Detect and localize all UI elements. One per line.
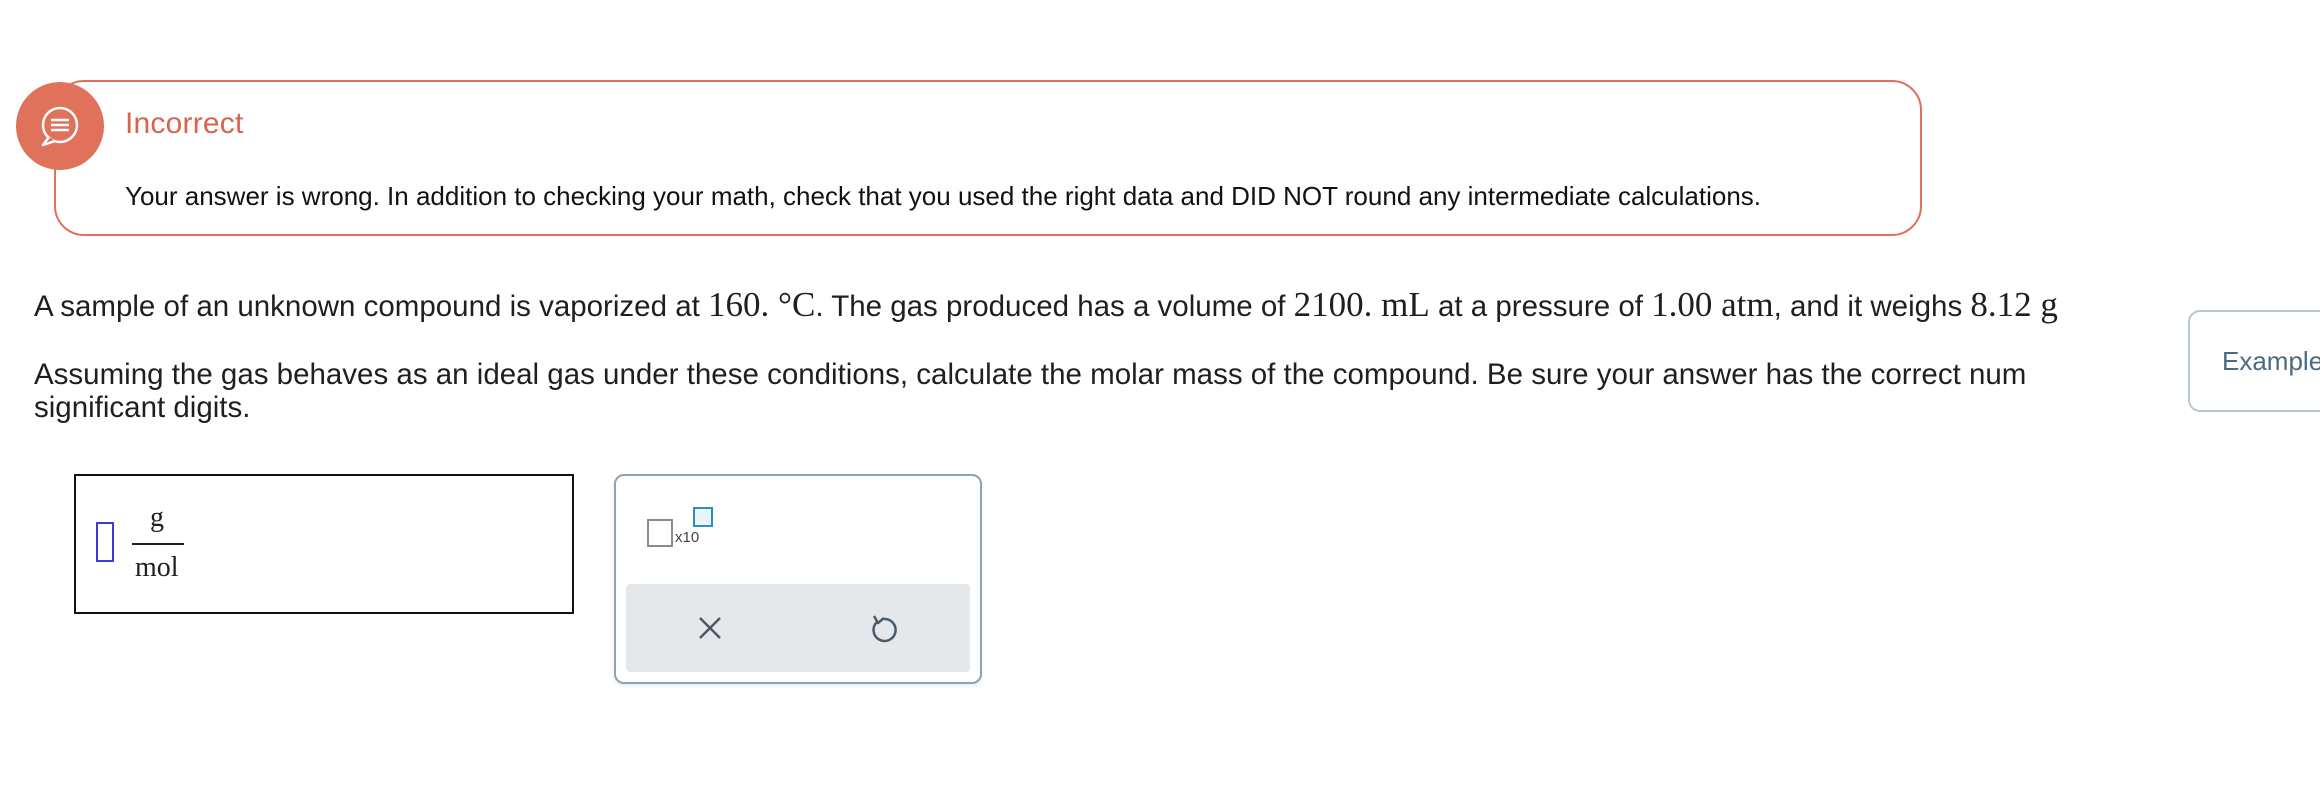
temperature-value: 160. °C <box>708 285 816 324</box>
question-text: , and it weighs <box>1773 290 1971 323</box>
question-text: at a pressure of <box>1429 290 1652 323</box>
unit-numerator: g <box>150 502 164 533</box>
question-text: A sample of an unknown compound is vapor… <box>34 290 708 323</box>
feedback-title: Incorrect <box>125 107 244 140</box>
feedback-badge <box>16 82 104 170</box>
question-text: . The gas produced has a volume of <box>815 290 1294 323</box>
question-line-3: significant digits. <box>34 391 251 424</box>
mass-value: 8.12 g <box>1970 285 2058 324</box>
volume-value: 2100. mL <box>1293 285 1430 324</box>
tools-actions-bar <box>626 584 970 672</box>
example-tab-label: Example <box>2222 346 2320 376</box>
x10-label: x10 <box>675 529 700 546</box>
fraction-bar <box>132 543 184 545</box>
chat-bubble-icon <box>41 106 79 147</box>
undo-button[interactable] <box>860 604 908 652</box>
unit-denominator: mol <box>135 552 179 583</box>
exponent-box-icon <box>693 507 713 527</box>
feedback-message: Your answer is wrong. In addition to che… <box>125 181 1762 211</box>
undo-icon <box>872 615 897 643</box>
clear-button[interactable] <box>686 604 734 652</box>
scientific-notation-button[interactable]: x10 <box>645 505 715 555</box>
question-line-1: A sample of an unknown compound is vapor… <box>34 285 2058 324</box>
feedback-box <box>54 80 1922 236</box>
mantissa-box-icon <box>647 519 673 547</box>
pressure-value: 1.00 atm <box>1651 285 1774 324</box>
question-line-2: Assuming the gas behaves as an ideal gas… <box>34 358 2027 391</box>
answer-cursor-field[interactable] <box>96 522 114 562</box>
close-icon <box>699 617 721 639</box>
